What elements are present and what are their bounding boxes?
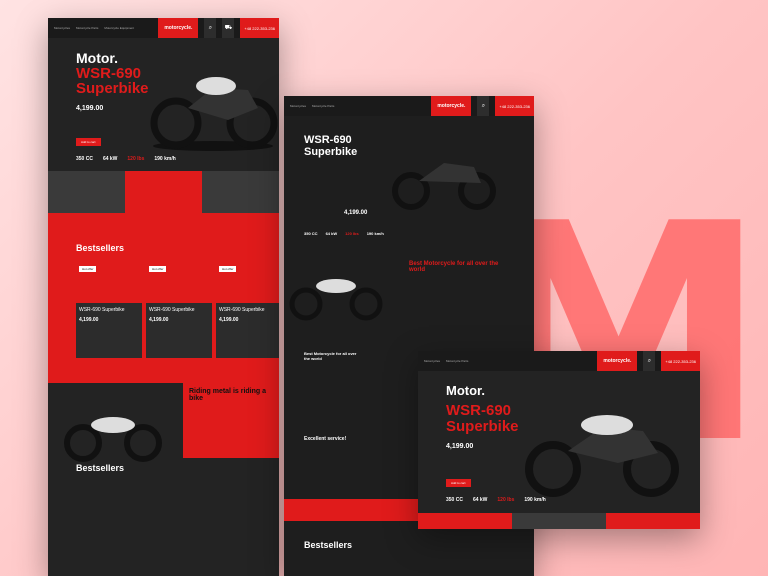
product-tag: Hot offer xyxy=(149,266,167,272)
hero-price: 4,199.00 xyxy=(446,443,474,450)
product-name: WSR-690 Superbike xyxy=(79,306,125,313)
spec-weight: 120 lbs xyxy=(127,156,145,162)
riding-title: Riding metal is riding a bike xyxy=(189,388,267,402)
motorcycle-image xyxy=(392,163,496,210)
add-to-cart-button[interactable]: Add to cart xyxy=(446,479,471,487)
hero-eyebrow: Motor. xyxy=(446,383,485,398)
spec-power: 64 kW xyxy=(325,231,338,236)
feature-title: Excellent service! xyxy=(304,436,347,442)
header: Motorcycles Motorcycle Parts Motorcycle … xyxy=(48,18,279,38)
hero-title-line1: WSR-690 xyxy=(446,402,512,419)
spec-power: 64 kW xyxy=(472,497,488,503)
product-name: WSR-690 Superbike xyxy=(149,306,195,313)
homepage-mockup: Motorcycles Motorcycle Parts Motorcycle … xyxy=(48,18,279,576)
hero-eyebrow: Motor. xyxy=(76,50,118,66)
product-title-line2: Superbike xyxy=(304,146,358,158)
nav-item[interactable]: Motorcycles xyxy=(54,26,70,30)
product-card[interactable]: Hot offer WSR-690 Superbike 4,199.00 xyxy=(216,263,279,358)
product-price: 4,199.00 xyxy=(344,210,368,216)
phone-number[interactable]: +48 222-353-236 xyxy=(495,96,534,116)
search-icon[interactable]: ⌕ xyxy=(643,351,656,371)
spec-speed: 190 km/h xyxy=(366,231,384,236)
spec-row: 350 CC 64 kW 120 lbs 190 km/h xyxy=(446,497,546,503)
nav-item[interactable]: Motorcycle Equipment xyxy=(104,26,134,30)
hero-title-line1: WSR-690 xyxy=(76,65,142,82)
motorcycle-image xyxy=(289,279,383,321)
spec-power: 64 kW xyxy=(102,156,118,162)
nav-item[interactable]: Motorcycle Parts xyxy=(312,104,334,108)
search-icon[interactable]: ⌕ xyxy=(204,18,217,38)
logo[interactable]: motorcycle. xyxy=(597,351,638,371)
product-tag: Hot offer xyxy=(219,266,237,272)
product-price: 4,199.00 xyxy=(79,316,99,323)
logo[interactable]: motorcycle. xyxy=(431,96,472,116)
cart-icon[interactable]: ⛟ xyxy=(222,18,235,38)
hero-title: WSR-690 Superbike xyxy=(76,66,149,96)
header: Motorcycles Motorcycle Parts motorcycle.… xyxy=(418,351,700,371)
product-card[interactable]: Hot offer WSR-690 Superbike 4,199.00 xyxy=(76,263,142,358)
motorcycle-image xyxy=(525,415,679,497)
riding-banner: Riding metal is riding a bike xyxy=(183,380,279,458)
hero-title-line2: Superbike xyxy=(76,80,149,97)
spec-engine: 350 CC xyxy=(76,156,93,162)
search-icon[interactable]: ⌕ xyxy=(477,96,490,116)
feature-title: Best Motorcycle for all over the world xyxy=(304,351,357,361)
hero-price: 4,199.00 xyxy=(76,105,104,112)
product-card[interactable]: Hot offer WSR-690 Superbike 4,199.00 xyxy=(146,263,212,358)
spec-engine: 350 CC xyxy=(446,497,463,503)
nav-item[interactable]: Motorcycles xyxy=(424,359,440,363)
spec-row: 350 CC 64 kW 120 lbs 190 km/h xyxy=(76,156,176,162)
hero-title-line2: Superbike xyxy=(446,418,519,435)
bestsellers-section: Bestsellers Hot offer WSR-690 Superbike … xyxy=(48,213,279,383)
nav-item[interactable]: Motorcycle Parts xyxy=(76,26,98,30)
section-title: Bestsellers xyxy=(76,243,125,253)
section-title: Bestsellers xyxy=(76,463,125,473)
spec-speed: 190 km/h xyxy=(524,497,546,503)
product-price: 4,199.00 xyxy=(219,316,239,323)
spec-speed: 190 km/h xyxy=(154,156,176,162)
model-strip xyxy=(418,513,700,529)
product-title-line1: WSR-690 xyxy=(304,134,352,146)
spec-weight: 120 lbs xyxy=(345,231,359,236)
motorcycle-image xyxy=(150,77,278,151)
header: Motorcycles Motorcycle Parts motorcycle.… xyxy=(284,96,534,116)
product-name: WSR-690 Superbike xyxy=(219,306,265,313)
best-title: Best Motorcycle for all over the world xyxy=(409,261,499,273)
phone-number[interactable]: +48 222-353-236 xyxy=(240,18,279,38)
add-to-cart-button[interactable]: Add to cart xyxy=(76,138,101,146)
hero-mockup: Motorcycles Motorcycle Parts motorcycle.… xyxy=(418,351,700,529)
phone-number[interactable]: +48 222-353-236 xyxy=(661,351,700,371)
product-price: 4,199.00 xyxy=(149,316,169,323)
hero-title: WSR-690 Superbike xyxy=(446,403,519,435)
motorcycle-image xyxy=(64,417,162,462)
product-title: WSR-690 Superbike xyxy=(304,134,357,158)
spec-row: 350 CC 64 kW 120 lbs 190 km/h xyxy=(304,231,384,236)
product-tag: Hot offer xyxy=(79,266,97,272)
nav-item[interactable]: Motorcycle Parts xyxy=(446,359,468,363)
section-title: Bestsellers xyxy=(304,540,353,550)
spec-engine: 350 CC xyxy=(304,231,318,236)
nav-item[interactable]: Motorcycles xyxy=(290,104,306,108)
logo[interactable]: motorcycle. xyxy=(158,18,199,38)
model-strip xyxy=(48,171,279,213)
spec-weight: 120 lbs xyxy=(497,497,515,503)
